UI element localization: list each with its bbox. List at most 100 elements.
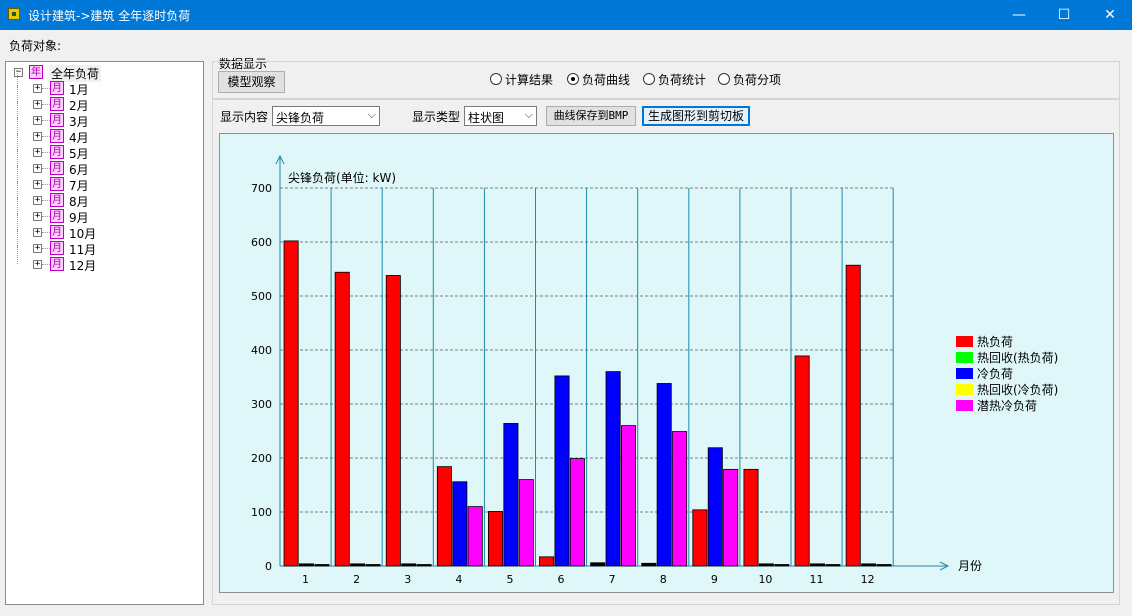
bar-cold <box>299 563 315 567</box>
tree-line <box>17 246 18 264</box>
bar-cold <box>554 375 570 567</box>
y-tick-label: 400 <box>251 344 272 357</box>
y-tick-label: 0 <box>265 560 272 573</box>
x-tick-label: 9 <box>711 573 718 586</box>
chevron-down-icon: ⌵ <box>367 108 376 121</box>
tree-item-month[interactable]: + 月 8月 <box>6 182 196 209</box>
bar-latent <box>723 468 739 567</box>
legend-label: 热负荷 <box>977 335 1013 349</box>
tree-item-label: 12月 <box>69 259 97 273</box>
tree-item-month[interactable]: + 月 2月 <box>6 86 196 113</box>
radio-icon <box>490 73 502 85</box>
radio-option[interactable]: 计算结果 <box>490 71 560 87</box>
tree-item-month[interactable]: + 月 4月 <box>6 118 196 145</box>
tree-item-month[interactable]: + 月 10月 <box>6 214 196 241</box>
legend-label: 热回收(热负荷) <box>977 351 1058 365</box>
y-tick-label: 300 <box>251 398 272 411</box>
expand-icon[interactable]: + <box>33 228 42 237</box>
x-tick-label: 10 <box>758 573 772 586</box>
expand-icon[interactable]: + <box>33 148 42 157</box>
x-tick-label: 1 <box>302 573 309 586</box>
month-icon: 月 <box>50 257 64 271</box>
radio-label: 负荷统计 <box>658 73 707 87</box>
tree-item-month[interactable]: + 月 7月 <box>6 166 196 193</box>
expand-icon[interactable]: + <box>33 116 42 125</box>
tree-item-month[interactable]: + 月 9月 <box>6 198 196 225</box>
chevron-down-icon: ⌵ <box>524 108 533 121</box>
bar-cold <box>401 563 417 567</box>
display-type-label: 显示类型 <box>412 110 461 124</box>
bar-latent <box>314 564 330 567</box>
display-content-select[interactable]: 尖锋负荷 ⌵ <box>272 106 380 126</box>
tree-item-month[interactable]: + 月 1月 <box>6 70 196 97</box>
tree-item-month[interactable]: + 月 12月 <box>6 246 196 273</box>
expand-icon[interactable]: + <box>33 244 42 253</box>
model-view-button[interactable]: 模型观察 <box>218 71 285 93</box>
x-tick-label: 4 <box>455 573 462 586</box>
bar-latent <box>518 479 534 567</box>
bar-latent <box>569 458 585 567</box>
legend-swatch <box>956 368 973 379</box>
legend-swatch <box>956 336 973 347</box>
close-button[interactable]: ✕ <box>1087 0 1132 30</box>
tree-line <box>42 168 50 169</box>
tree-item-month[interactable]: + 月 5月 <box>6 134 196 161</box>
expand-icon[interactable]: + <box>33 260 42 269</box>
load-tree[interactable]: − 年 全年负荷 + 月 1月 + 月 2月 + 月 3月 + 月 4月 + 月 5月 + 月 6月 + 月 7月 + 月 8… <box>5 61 204 605</box>
legend-swatch <box>956 352 973 363</box>
expand-icon[interactable]: + <box>33 196 42 205</box>
expand-icon[interactable]: + <box>33 132 42 141</box>
bar-heat <box>539 556 555 567</box>
tree-line <box>42 152 50 153</box>
radio-option[interactable]: 负荷统计 <box>643 71 713 87</box>
month-icon: 月 <box>50 161 64 175</box>
bar-cold <box>503 423 519 567</box>
x-tick-label: 8 <box>660 573 667 586</box>
bar-latent <box>416 564 432 567</box>
tree-item-month[interactable]: + 月 11月 <box>6 230 196 257</box>
month-icon: 月 <box>50 145 64 159</box>
expand-icon[interactable]: + <box>33 100 42 109</box>
save-bmp-button[interactable]: 曲线保存到BMP <box>546 106 636 126</box>
tree-line <box>42 104 50 105</box>
bar-cold <box>452 481 468 567</box>
y-tick-label: 600 <box>251 236 272 249</box>
x-tick-label: 5 <box>506 573 513 586</box>
tree-item-month[interactable]: + 月 3月 <box>6 102 196 129</box>
legend-label: 冷负荷 <box>977 367 1013 381</box>
legend-swatch <box>956 384 973 395</box>
month-icon: 月 <box>50 193 64 207</box>
load-object-label: 负荷对象: <box>9 39 62 53</box>
bar-latent <box>365 564 381 567</box>
bar-cold <box>656 383 672 567</box>
tree-item-month[interactable]: + 月 6月 <box>6 150 196 177</box>
copy-to-clipboard-button[interactable]: 生成图形到剪切板 <box>642 106 750 126</box>
bar-heat <box>794 355 810 567</box>
year-icon: 年 <box>29 65 43 79</box>
minimize-button[interactable]: — <box>996 0 1042 30</box>
title-bar: 设计建筑->建筑 全年逐时负荷 — ☐ ✕ <box>0 0 1132 30</box>
month-icon: 月 <box>50 97 64 111</box>
month-icon: 月 <box>50 129 64 143</box>
tree-line <box>42 248 50 249</box>
chart-area: 0 100 200 300 400 500 600 700 尖锋负荷(单位: kW) 月份 1 2 3 4… <box>219 133 1114 593</box>
bar-latent <box>825 564 841 567</box>
maximize-button[interactable]: ☐ <box>1041 0 1087 30</box>
bar-latent <box>876 564 892 567</box>
tree-line <box>42 88 50 89</box>
expand-icon[interactable]: + <box>33 164 42 173</box>
display-type-select[interactable]: 柱状图 ⌵ <box>464 106 537 126</box>
expand-icon[interactable]: + <box>33 180 42 189</box>
y-tick-label: 700 <box>251 182 272 195</box>
radio-option[interactable]: 负荷曲线 <box>567 71 637 87</box>
collapse-icon[interactable]: − <box>14 68 23 77</box>
tree-line <box>42 232 50 233</box>
bar-cold <box>350 563 366 567</box>
legend-swatch <box>956 400 973 411</box>
radio-option[interactable]: 负荷分项 <box>718 71 788 87</box>
tree-line <box>42 184 50 185</box>
bar-heat <box>845 264 861 567</box>
expand-icon[interactable]: + <box>33 212 42 221</box>
bar-heat <box>334 271 350 567</box>
expand-icon[interactable]: + <box>33 84 42 93</box>
